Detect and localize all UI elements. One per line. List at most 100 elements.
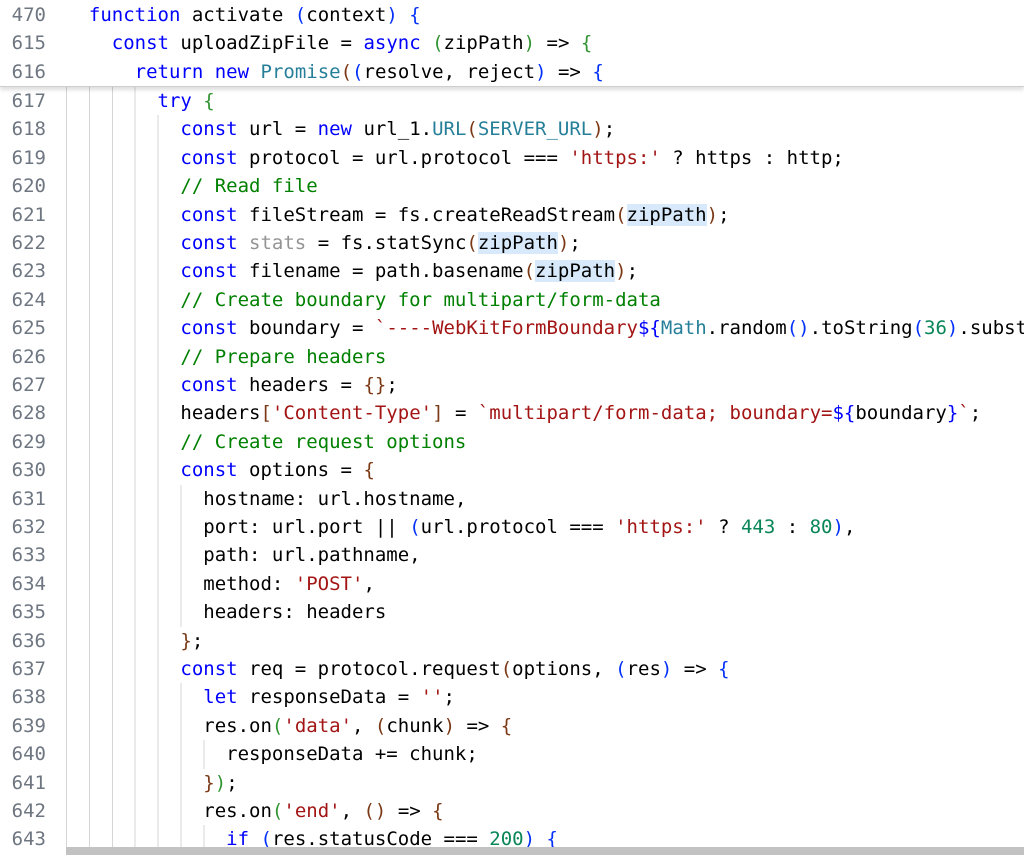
code-line[interactable]: 619 const protocol = url.protocol === 'h… [0,144,1024,172]
code-token: ( [524,260,535,282]
code-token: { [363,374,374,396]
code-token: 'Content-Type' [272,402,432,424]
code-line[interactable]: 632 port: url.port || (url.protocol === … [0,513,1024,541]
code-token: resolve, reject [364,61,536,83]
code-token: 'https:' [615,516,707,538]
code-line[interactable]: 623 const filename = path.basename(zipPa… [0,257,1024,285]
code-token: ` [958,402,969,424]
code-token [238,232,249,254]
horizontal-scrollbar[interactable] [66,847,1024,855]
indent-whitespace [66,4,89,26]
code-line[interactable]: 627 const headers = {}; [0,371,1024,399]
sticky-code-line[interactable]: 470 function activate (context) { [0,1,1024,29]
code-token: , [352,715,375,737]
code-token [203,61,214,83]
line-number: 626 [0,343,66,371]
code-token: 'end' [283,800,340,822]
code-token: ( [295,4,306,26]
code-token: const [180,317,237,339]
code-text: const uploadZipFile = async (zipPath) =>… [66,29,1024,57]
code-token: uploadZipFile = [169,32,363,54]
code-token: url_1. [352,118,432,140]
code-token: url.protocol === [421,516,615,538]
code-token: function [89,4,181,26]
code-line[interactable]: 638 let responseData = ''; [0,683,1024,711]
code-line[interactable]: 640 responseData += chunk; [0,740,1024,768]
code-token: stats [249,232,306,254]
code-token: SERVER_URL [478,118,592,140]
highlighted-word: zipPath [535,260,615,282]
code-token: 'POST' [295,573,364,595]
code-token: ( [341,61,352,83]
code-token: .random [707,317,787,339]
code-line[interactable]: 634 method: 'POST', [0,570,1024,598]
code-token: ( [409,516,420,538]
line-number: 638 [0,683,66,711]
code-token: { [581,32,592,54]
code-line[interactable]: 621 const fileStream = fs.createReadStre… [0,201,1024,229]
code-line[interactable]: 637 const req = protocol.request(options… [0,655,1024,683]
code-line[interactable]: 635 headers: headers [0,598,1024,626]
code-text: method: 'POST', [66,570,1024,598]
line-number: 470 [0,1,66,29]
code-line[interactable]: 642 res.on('end', () => { [0,797,1024,825]
code-token: ( [466,118,477,140]
sticky-code-line[interactable]: 615 const uploadZipFile = async (zipPath… [0,29,1024,57]
line-number: 634 [0,570,66,598]
line-number: 630 [0,456,66,484]
code-line[interactable]: 636 }; [0,627,1024,655]
indent-whitespace [66,260,180,282]
code-line[interactable]: 628 headers['Content-Type'] = `multipart… [0,399,1024,427]
code-token: ${ [638,317,661,339]
code-token: { [592,61,603,83]
code-text: responseData += chunk; [66,740,1024,768]
code-text: const filename = path.basename(zipPath); [66,257,1024,285]
code-token: ; [569,232,580,254]
line-number: 618 [0,115,66,143]
line-number: 619 [0,144,66,172]
indent-whitespace [66,61,135,83]
code-token: // Create request options [180,431,466,453]
code-line[interactable]: 620 // Read file [0,172,1024,200]
code-token: ( [615,658,626,680]
code-token: url = [238,118,318,140]
code-token: headers: headers [203,601,386,623]
code-token: : [775,516,809,538]
code-line[interactable]: 624 // Create boundary for multipart/for… [0,286,1024,314]
code-token: ] [432,402,443,424]
code-line[interactable]: 617 try { [0,87,1024,115]
code-line[interactable]: 631 hostname: url.hostname, [0,485,1024,513]
code-line[interactable]: 630 const options = { [0,456,1024,484]
code-token: ) [558,232,569,254]
code-line[interactable]: 641 }); [0,769,1024,797]
code-token: const [180,658,237,680]
code-token: ( [787,317,798,339]
code-token: 'https:' [569,147,661,169]
indent-whitespace [66,431,180,453]
line-number: 639 [0,712,66,740]
code-token: ) [592,118,603,140]
code-token [421,32,432,54]
code-line[interactable]: 639 res.on('data', (chunk) => { [0,712,1024,740]
code-token: { [203,90,214,112]
code-token: ) [833,516,844,538]
code-line[interactable]: 625 const boundary = `----WebKitFormBoun… [0,314,1024,342]
code-text: function activate (context) { [66,1,1024,29]
code-line[interactable]: 626 // Prepare headers [0,343,1024,371]
code-text: const protocol = url.protocol === 'https… [66,144,1024,172]
code-line[interactable]: 618 const url = new url_1.URL(SERVER_URL… [0,115,1024,143]
sticky-code-line[interactable]: 616 return new Promise((resolve, reject)… [0,58,1024,86]
line-number: 633 [0,541,66,569]
code-text: }); [66,769,1024,797]
code-token: 36 [924,317,947,339]
code-token: port: url.port || [203,516,409,538]
code-token: } [180,630,191,652]
editor-content: 617 try {618 const url = new url_1.URL(S… [0,87,1024,854]
code-token: const [180,374,237,396]
code-line[interactable]: 622 const stats = fs.statSync(zipPath); [0,229,1024,257]
code-line[interactable]: 629 // Create request options [0,428,1024,456]
code-line[interactable]: 633 path: url.pathname, [0,541,1024,569]
code-token: ( [363,800,374,822]
line-number: 632 [0,513,66,541]
code-token: { [409,4,420,26]
